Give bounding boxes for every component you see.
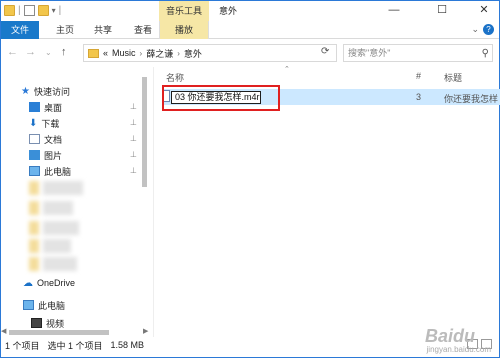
nav-horizontal-scrollbar[interactable]: ◀ ▶	[1, 327, 151, 337]
baidu-watermark: Baidu	[424, 326, 475, 346]
column-header-number[interactable]: #	[416, 71, 421, 81]
navigation-pane: ★ 快速访问 桌面 ⬇ 下载 文档 图片 此电脑 ⊥ ⊥ ⊥ ⊥ ⊥ ☁ One…	[1, 67, 151, 337]
nav-item-label: 此电脑	[44, 166, 72, 177]
row-number: 3	[416, 92, 422, 102]
nav-item-label: 下载	[41, 118, 60, 129]
quick-access-toolbar: | ▾ |	[4, 5, 61, 16]
scroll-right-icon[interactable]: ▶	[143, 327, 148, 335]
explorer-window: | ▾ | 音乐工具 意外 — ☐ ✕ 文件 主页 共享 查看 播放 ⌄ ? ←…	[0, 0, 500, 358]
customize-toolbar-icon[interactable]: ▾	[52, 6, 56, 15]
nav-onedrive-label: OneDrive	[37, 278, 76, 288]
column-header-name[interactable]: 名称	[166, 71, 184, 84]
folder-icon	[4, 5, 15, 16]
redacted-folder-icon	[29, 181, 39, 195]
search-icon[interactable]: ⚲	[482, 46, 489, 62]
tab-play[interactable]: 播放	[159, 21, 209, 39]
download-icon: ⬇	[29, 117, 38, 129]
computer-icon	[29, 166, 40, 176]
pin-icon[interactable]: ⊥	[130, 102, 137, 111]
tab-share[interactable]: 共享	[87, 21, 119, 39]
tab-view[interactable]: 查看	[127, 21, 159, 39]
redacted-item	[43, 257, 77, 271]
item-count: 1 个项目	[5, 340, 40, 351]
toolbar-divider: |	[58, 5, 62, 16]
nav-quick-access-label: 快速访问	[33, 86, 70, 97]
nav-item-label: 桌面	[44, 102, 63, 113]
help-icon[interactable]: ?	[483, 24, 494, 35]
star-icon: ★	[21, 85, 30, 97]
minimize-button[interactable]: —	[379, 1, 409, 21]
pin-icon[interactable]: ⊥	[130, 118, 137, 127]
forward-icon[interactable]: →	[25, 46, 36, 58]
redacted-item	[43, 239, 71, 253]
desktop-icon	[29, 102, 40, 112]
search-placeholder: 搜索"意外"	[348, 48, 391, 58]
scrollbar-thumb[interactable]	[9, 330, 109, 335]
pin-icon[interactable]: ⊥	[130, 166, 137, 175]
breadcrumb-music[interactable]: Music	[112, 48, 136, 58]
pictures-icon	[29, 150, 40, 160]
properties-icon[interactable]	[23, 5, 35, 16]
nav-quick-access[interactable]: ★ 快速访问	[21, 83, 70, 99]
scroll-left-icon[interactable]: ◀	[1, 327, 6, 335]
address-row: ← → ⌄ ↑ « Music › 薛之谦 › 意外 ⟳ 搜索"意外" ⚲	[1, 40, 499, 66]
up-icon[interactable]: ↑	[61, 46, 67, 58]
breadcrumb-overflow[interactable]: «	[103, 48, 108, 58]
pin-icon[interactable]: ⊥	[130, 150, 137, 159]
redacted-item	[43, 181, 83, 195]
watermark-caption: jingyan.baidu.com	[426, 345, 491, 354]
maximize-button[interactable]: ☐	[427, 1, 457, 21]
cloud-icon: ☁	[23, 277, 33, 289]
redacted-folder-icon	[29, 201, 39, 215]
title-bar: | ▾ | 音乐工具 意外 — ☐ ✕	[1, 1, 499, 21]
redacted-item	[43, 221, 79, 235]
highlight-box	[162, 85, 280, 111]
nav-onedrive[interactable]: ☁ OneDrive	[23, 275, 75, 291]
nav-item-desktop[interactable]: 桌面	[29, 99, 62, 115]
nav-item-label: 图片	[44, 150, 63, 161]
pin-icon[interactable]: ⊥	[130, 134, 137, 143]
nav-item-pictures[interactable]: 图片	[29, 147, 62, 163]
nav-item-downloads[interactable]: ⬇ 下载	[29, 115, 59, 131]
column-header-title[interactable]: 标题	[444, 71, 462, 84]
redacted-folder-icon	[29, 257, 39, 271]
close-button[interactable]: ✕	[469, 1, 499, 21]
breadcrumb-album[interactable]: 意外	[184, 47, 202, 60]
redacted-folder-icon	[29, 221, 39, 235]
new-folder-icon[interactable]	[37, 5, 49, 16]
chevron-right-icon[interactable]: ›	[140, 49, 143, 58]
row-title: 你还要我怎样	[444, 94, 499, 104]
breadcrumb-artist[interactable]: 薛之谦	[146, 47, 173, 60]
nav-this-pc[interactable]: 此电脑	[23, 297, 65, 313]
toolbar-divider: |	[18, 5, 21, 16]
tab-file[interactable]: 文件	[1, 21, 39, 39]
redacted-folder-icon	[29, 239, 39, 253]
nav-item-label: 文档	[44, 134, 63, 145]
recent-locations-icon[interactable]: ⌄	[45, 48, 52, 57]
selected-size: 1.58 MB	[110, 340, 145, 350]
redacted-item	[43, 201, 73, 215]
address-bar[interactable]: « Music › 薛之谦 › 意外	[83, 44, 337, 62]
folder-icon	[88, 48, 99, 58]
chevron-right-icon[interactable]: ›	[177, 49, 180, 58]
music-tools-context-tab: 音乐工具	[159, 1, 209, 21]
sort-ascending-icon: ⌃	[284, 66, 290, 73]
nav-this-pc-label: 此电脑	[38, 300, 66, 311]
search-input[interactable]: 搜索"意外" ⚲	[343, 44, 493, 62]
nav-vertical-scrollbar[interactable]	[139, 67, 149, 327]
tab-home[interactable]: 主页	[49, 21, 81, 39]
back-icon[interactable]: ←	[7, 46, 18, 58]
nav-item-this-pc[interactable]: 此电脑	[29, 163, 71, 179]
selected-count: 选中 1 个项目	[47, 340, 103, 351]
ribbon-tabs: 文件 主页 共享 查看 播放 ⌄ ?	[1, 21, 499, 39]
computer-icon	[23, 300, 34, 310]
refresh-icon[interactable]: ⟳	[321, 46, 329, 57]
window-title: 意外	[219, 6, 238, 16]
chevron-down-icon[interactable]: ⌄	[471, 24, 479, 35]
documents-icon	[29, 134, 40, 144]
nav-item-documents[interactable]: 文档	[29, 131, 62, 147]
scrollbar-thumb[interactable]	[142, 77, 147, 187]
